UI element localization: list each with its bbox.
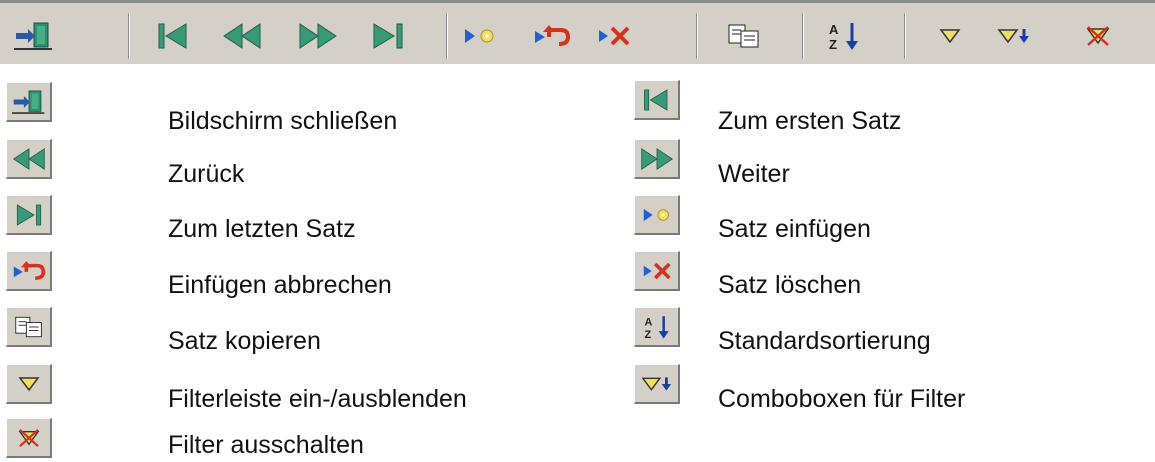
sort-az-icon: A Z — [644, 315, 669, 340]
svg-text:Z: Z — [829, 37, 837, 52]
legend-icon-first — [634, 80, 680, 120]
legend-label-sort: Standardsortierung — [718, 327, 931, 355]
toolbar-separator — [128, 13, 130, 59]
filter-combobox-icon — [997, 29, 1029, 44]
insert-record-icon — [643, 208, 669, 221]
toolbar: A Z — [0, 0, 1155, 64]
last-record-button[interactable] — [366, 17, 410, 55]
next-record-button[interactable] — [296, 17, 340, 55]
exit-door-icon — [14, 22, 52, 50]
svg-text:Z: Z — [644, 328, 651, 340]
cancel-insert-icon — [535, 25, 571, 46]
legend-label-last: Zum letzten Satz — [168, 215, 356, 243]
previous-record-icon — [223, 23, 261, 49]
toolbar-separator — [802, 13, 804, 59]
legend-icon-filter — [6, 364, 52, 404]
legend-icon-last — [6, 195, 52, 235]
sort-az-icon: A Z — [829, 22, 858, 52]
delete-record-icon — [643, 262, 671, 279]
toolbar-separator — [696, 13, 698, 59]
copy-record-icon — [728, 24, 759, 48]
legend-icon-delete — [634, 251, 680, 291]
exit-door-icon — [11, 90, 44, 114]
legend-icon-cancel-insert — [6, 251, 52, 291]
legend-icon-sort: A Z — [634, 307, 680, 347]
delete-record-icon — [599, 26, 630, 46]
toolbar-separator — [446, 13, 448, 59]
svg-text:A: A — [829, 22, 839, 37]
filter-icon — [939, 29, 961, 44]
filter-off-button[interactable] — [1076, 17, 1120, 55]
legend-label-exit: Bildschirm schließen — [168, 107, 398, 135]
legend-icon-exit — [6, 82, 52, 122]
legend-icon-insert — [634, 195, 680, 235]
filter-icon — [18, 376, 39, 391]
insert-record-button[interactable] — [458, 17, 502, 55]
next-record-icon — [299, 23, 337, 49]
legend-icon-filter-off — [6, 418, 52, 458]
legend-label-copy: Satz kopieren — [168, 327, 321, 355]
delete-record-button[interactable] — [592, 17, 636, 55]
first-record-icon — [643, 88, 667, 111]
legend-icon-next — [634, 139, 680, 179]
insert-record-icon — [465, 29, 494, 43]
filter-off-icon — [18, 428, 39, 447]
toolbar-separator — [904, 13, 906, 59]
cancel-insert-icon — [13, 260, 45, 280]
filter-button[interactable] — [928, 17, 972, 55]
previous-record-icon — [12, 147, 45, 170]
legend-label-delete: Satz löschen — [718, 271, 862, 299]
legend-label-filter: Filterleiste ein-/ausblenden — [168, 385, 467, 413]
legend-label-filter-combobox: Comboboxen für Filter — [718, 385, 966, 413]
legend-icon-previous — [6, 139, 52, 179]
copy-record-icon — [14, 316, 42, 337]
filter-combobox-icon — [640, 376, 671, 391]
legend-label-next: Weiter — [718, 160, 790, 188]
legend-icon-filter-combobox — [634, 364, 680, 404]
legend-label-cancel-insert: Einfügen abbrechen — [168, 271, 392, 299]
cancel-insert-button[interactable] — [530, 17, 574, 55]
filter-combobox-button[interactable] — [992, 17, 1036, 55]
next-record-icon — [640, 147, 673, 170]
legend-label-first: Zum ersten Satz — [718, 107, 902, 135]
first-record-icon — [158, 23, 187, 49]
first-record-button[interactable] — [152, 17, 196, 55]
legend-label-insert: Satz einfügen — [718, 215, 871, 243]
filter-off-icon — [1086, 26, 1110, 46]
copy-record-button[interactable] — [722, 17, 766, 55]
last-record-icon — [373, 23, 403, 49]
exit-button[interactable] — [12, 17, 56, 55]
svg-text:A: A — [644, 316, 652, 328]
sort-button[interactable]: A Z — [822, 17, 866, 55]
last-record-icon — [16, 203, 41, 226]
previous-record-button[interactable] — [220, 17, 264, 55]
legend-label-filter-off: Filter ausschalten — [168, 431, 364, 459]
legend-icon-copy — [6, 307, 52, 347]
legend-label-previous: Zurück — [168, 160, 245, 188]
